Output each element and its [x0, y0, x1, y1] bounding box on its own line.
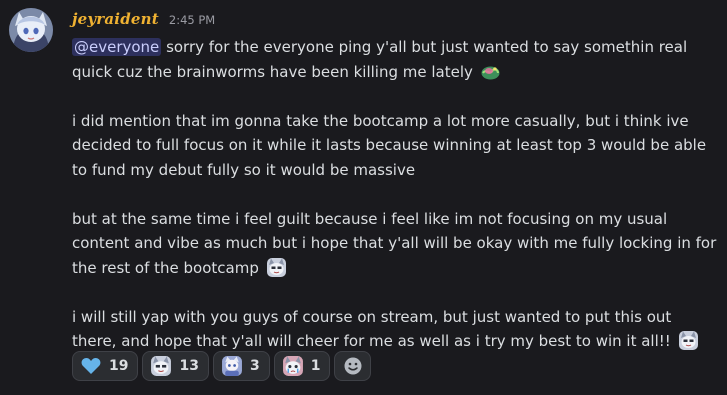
message-paragraph-4: i will still yap with you guys of course…	[72, 305, 717, 354]
avatar-image	[9, 8, 53, 52]
smiley-add-reaction-icon	[344, 357, 362, 375]
everyone-mention[interactable]: @everyone	[72, 38, 162, 56]
paragraph-text: but at the same time i feel guilt becaus…	[72, 209, 717, 277]
message-header: jeyraident 2:45 PM	[72, 10, 215, 30]
paragraph-text: i will still yap with you guys of course…	[72, 307, 672, 351]
reaction-count: 3	[249, 358, 260, 374]
reaction-cat-crying-emote[interactable]: 1	[273, 351, 331, 381]
message-container: jeyraident 2:45 PM @everyone sorry for t…	[0, 0, 727, 395]
reaction-blue-heart[interactable]: 19	[72, 351, 139, 381]
message-paragraph-2: i did mention that im gonna take the boo…	[72, 111, 707, 179]
username[interactable]: jeyraident	[72, 10, 159, 28]
blue-heart-icon	[80, 355, 102, 377]
reaction-cat-emote[interactable]: 13	[142, 351, 209, 381]
reaction-count: 13	[179, 358, 199, 374]
chibi-emote-icon	[221, 355, 243, 377]
message-paragraph-3: but at the same time i feel guilt becaus…	[72, 207, 717, 281]
reaction-count: 19	[109, 358, 129, 374]
paragraph-text: sorry for the everyone ping y'all but ju…	[72, 38, 688, 81]
timestamp[interactable]: 2:45 PM	[169, 13, 215, 27]
reaction-count: 1	[310, 358, 321, 374]
brainworm-emoji-icon	[480, 61, 501, 82]
cat-crying-emote-icon	[282, 355, 304, 377]
reactions-bar: 19 13 3 1	[72, 351, 372, 381]
user-avatar[interactable]	[9, 8, 53, 52]
cat-emote-emoji-icon	[266, 257, 287, 278]
message-content: @everyone sorry for the everyone ping y'…	[72, 35, 717, 354]
cat-emote-icon	[150, 355, 172, 377]
reaction-chibi-emote[interactable]: 3	[212, 351, 270, 381]
message-paragraph-1: @everyone sorry for the everyone ping y'…	[72, 35, 717, 84]
cat-emote-emoji-icon	[678, 330, 699, 351]
add-reaction-button[interactable]	[334, 351, 372, 381]
